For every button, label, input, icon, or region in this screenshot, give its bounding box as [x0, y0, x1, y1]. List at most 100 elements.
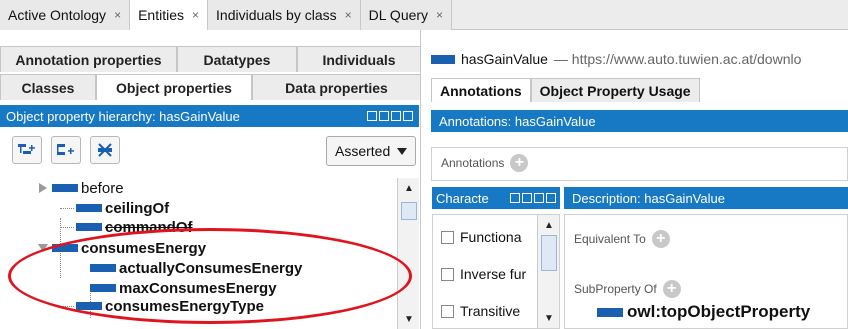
subproperty-of-section: SubProperty Of +: [574, 280, 681, 298]
object-property-icon: [431, 54, 455, 64]
add-equivalent-icon[interactable]: +: [651, 230, 670, 248]
view-button-icon[interactable]: [367, 111, 377, 121]
characteristics-panel: Functiona Inverse fur Transitive ▲ ▼: [432, 214, 560, 329]
scroll-up-icon[interactable]: ▲: [400, 180, 418, 196]
view-buttons[interactable]: [510, 193, 556, 203]
checkbox-label: Inverse fur: [460, 266, 527, 282]
tab-label: Active Ontology: [8, 7, 107, 23]
hierarchy-toolbar: Asserted: [0, 130, 419, 170]
scroll-down-icon[interactable]: ▼: [540, 310, 558, 326]
checkbox[interactable]: [441, 304, 454, 318]
tab-individuals[interactable]: Individuals: [297, 46, 421, 72]
tab-label: DL Query: [368, 7, 429, 23]
property-title: hasGainValue — https://www.auto.tuwien.a…: [431, 48, 801, 70]
delete-property-button[interactable]: [90, 136, 120, 164]
tree-item-label: maxConsumesEnergy: [119, 279, 277, 297]
view-button-icon[interactable]: [522, 193, 532, 203]
tree-item-selected[interactable]: consumesEnergy: [38, 238, 206, 258]
object-property-icon: [90, 264, 116, 272]
view-button-icon[interactable]: [391, 111, 401, 121]
tree-connector: [60, 226, 74, 228]
checkbox-label: Functiona: [460, 229, 522, 245]
close-icon[interactable]: ×: [114, 8, 121, 22]
description-header: Description: hasGainValue: [564, 187, 848, 209]
close-icon[interactable]: ×: [345, 8, 352, 22]
view-button-icon[interactable]: [534, 193, 544, 203]
equivalent-to-label: Equivalent To: [574, 232, 646, 246]
scroll-down-icon[interactable]: ▼: [400, 311, 418, 327]
functional-checkbox-row[interactable]: Functiona: [441, 229, 521, 245]
object-property-icon: [90, 284, 116, 292]
tab-classes[interactable]: Classes: [0, 74, 96, 100]
inverse-functional-checkbox-row[interactable]: Inverse fur: [441, 266, 526, 282]
scrollbar-thumb[interactable]: [401, 202, 417, 220]
expand-arrow-icon[interactable]: [38, 183, 48, 193]
close-icon[interactable]: ×: [436, 8, 443, 22]
property-name: hasGainValue: [461, 51, 548, 67]
characteristics-scrollbar[interactable]: ▲ ▼: [537, 215, 559, 328]
tab-object-property-usage[interactable]: Object Property Usage: [530, 78, 700, 102]
tab-annotations[interactable]: Annotations: [431, 78, 531, 102]
transitive-checkbox-row[interactable]: Transitive: [441, 303, 520, 319]
equivalent-to-section: Equivalent To +: [574, 230, 670, 248]
tab-annotation-properties[interactable]: Annotation properties: [0, 46, 177, 72]
tree-connector: [60, 305, 74, 307]
tree-item[interactable]: ceilingOf: [60, 198, 169, 218]
collapse-arrow-icon[interactable]: [38, 243, 48, 253]
characteristics-title: Characte: [436, 190, 489, 206]
asserted-dropdown[interactable]: Asserted: [326, 136, 416, 166]
object-property-icon: [76, 223, 102, 231]
property-tabs: Annotations Object Property Usage: [431, 78, 700, 102]
tree-item[interactable]: maxConsumesEnergy: [90, 278, 277, 298]
checkbox-label: Transitive: [460, 303, 521, 319]
view-button-icon[interactable]: [403, 111, 413, 121]
checkbox[interactable]: [441, 267, 454, 281]
scroll-up-icon[interactable]: ▲: [540, 217, 558, 233]
hierarchy-title: Object property hierarchy: hasGainValue: [6, 108, 240, 124]
close-icon[interactable]: ×: [192, 8, 199, 22]
add-annotation-icon[interactable]: +: [510, 154, 529, 172]
tab-label: Individuals by class: [216, 7, 337, 23]
tree-item-label: ceilingOf: [105, 199, 170, 217]
tab-datatypes[interactable]: Datatypes: [177, 46, 297, 72]
asserted-label: Asserted: [335, 143, 391, 159]
add-sub-property-button[interactable]: [12, 136, 42, 164]
tree-item-label: actuallyConsumesEnergy: [119, 259, 303, 277]
add-sibling-property-icon: [57, 144, 74, 155]
tree-item[interactable]: before: [38, 178, 124, 198]
tree-item[interactable]: actuallyConsumesEnergy: [90, 258, 302, 278]
tab-individuals-by-class[interactable]: Individuals by class ×: [208, 0, 361, 30]
entity-subtabs-row2: Classes Object properties Data propertie…: [0, 74, 421, 100]
tree-item[interactable]: consumesEnergyType: [60, 298, 264, 314]
view-button-icon[interactable]: [379, 111, 389, 121]
property-iri: — https://www.auto.tuwien.ac.at/downlo: [553, 51, 802, 67]
delete-property-icon: [98, 143, 112, 157]
tree-item[interactable]: commandOf: [60, 218, 193, 236]
tree-item-label: consumesEnergy: [81, 239, 207, 257]
add-superproperty-icon[interactable]: +: [662, 280, 681, 298]
view-buttons[interactable]: [367, 111, 413, 121]
subproperty-of-label: SubProperty Of: [574, 282, 657, 296]
right-panel: hasGainValue — https://www.auto.tuwien.a…: [421, 30, 848, 329]
tab-label: Entities: [138, 7, 184, 23]
checkbox[interactable]: [441, 230, 454, 244]
tab-entities[interactable]: Entities ×: [130, 0, 209, 30]
annotations-section: Annotations +: [441, 154, 529, 172]
tree-scrollbar[interactable]: ▲ ▼: [397, 178, 419, 329]
tab-data-properties[interactable]: Data properties: [252, 74, 421, 100]
scrollbar-thumb[interactable]: [541, 235, 557, 271]
tab-active-ontology[interactable]: Active Ontology ×: [0, 0, 131, 30]
view-button-icon[interactable]: [546, 193, 556, 203]
entity-subtabs-row1: Annotation properties Datatypes Individu…: [0, 46, 421, 72]
add-sibling-property-button[interactable]: [51, 136, 81, 164]
object-property-icon: [76, 204, 102, 212]
top-tab-bar: Active Ontology × Entities × Individuals…: [0, 0, 848, 30]
tab-dl-query[interactable]: DL Query ×: [360, 0, 453, 30]
tree-item-label: consumesEnergyType: [105, 298, 264, 314]
superproperty-item[interactable]: owl:topObjectProperty: [597, 302, 810, 322]
characteristics-header: Characte: [432, 187, 560, 209]
view-button-icon[interactable]: [510, 193, 520, 203]
tree-item-label: commandOf: [105, 218, 193, 236]
tab-object-properties[interactable]: Object properties: [96, 74, 252, 100]
annotations-label: Annotations: [441, 156, 505, 170]
